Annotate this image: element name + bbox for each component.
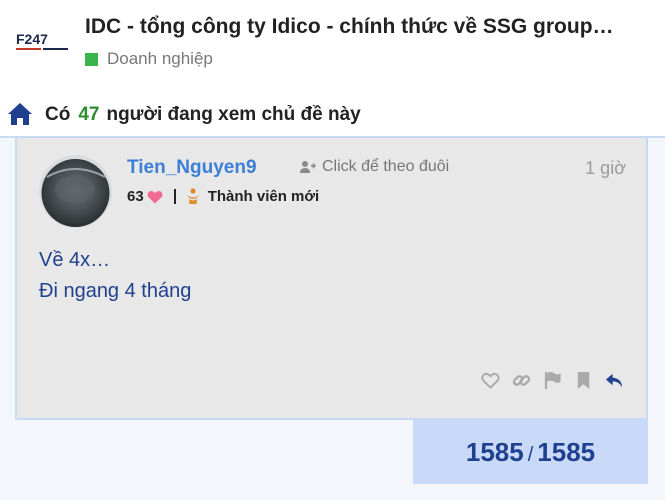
post-actions <box>481 371 624 390</box>
topic-header: F247 IDC - tổng công ty Idico - chính th… <box>0 0 665 88</box>
bookmark-icon[interactable] <box>574 371 593 390</box>
viewers-prefix: Có <box>45 104 71 125</box>
site-logo[interactable]: F247 <box>16 31 68 53</box>
follow-button[interactable]: Click để theo đuôi <box>300 158 449 176</box>
follow-label: Click để theo đuôi <box>322 158 450 175</box>
post-body-line: Về 4x… <box>39 249 111 271</box>
link-icon[interactable] <box>512 371 531 390</box>
add-user-icon <box>300 161 316 173</box>
viewers-count: 47 <box>78 104 100 125</box>
logo-text: F247 <box>16 31 48 47</box>
heart-icon <box>147 190 163 203</box>
username[interactable]: Tien_Nguyen9 <box>127 157 257 179</box>
avatar[interactable] <box>39 155 112 228</box>
category-color-swatch <box>85 52 98 66</box>
post-time[interactable]: 1 giờ <box>585 158 626 179</box>
like-count: 63 <box>127 188 144 205</box>
post: Tien_Nguyen9 Click để theo đuôi 1 giờ 63… <box>15 138 648 420</box>
home-icon[interactable] <box>7 102 33 126</box>
progress-total: 1585 <box>537 437 596 467</box>
topic-title[interactable]: IDC - tổng công ty Idico - chính thức về… <box>85 15 645 39</box>
viewers-text: Có 47 người đang xem chủ đề này <box>45 104 361 126</box>
user-meta: 63 Thành viên mới <box>127 188 319 205</box>
meta-divider <box>173 189 176 204</box>
viewers-bar: Có 47 người đang xem chủ đề này <box>0 88 665 138</box>
topic-progress[interactable]: 1585/1585 <box>413 420 648 484</box>
progress-current: 1585 <box>465 437 524 467</box>
progress-separator: / <box>527 444 534 466</box>
rank-icon <box>186 188 199 204</box>
heart-icon[interactable] <box>481 371 500 390</box>
post-body-line: Đi ngang 4 tháng <box>39 280 192 302</box>
viewers-suffix: người đang xem chủ đề này <box>106 104 361 125</box>
flag-icon[interactable] <box>543 371 562 390</box>
category-label: Doanh nghiệp <box>107 49 213 68</box>
reply-icon[interactable] <box>605 371 624 390</box>
rank-label: Thành viên mới <box>207 188 320 205</box>
category-badge[interactable]: Doanh nghiệp <box>85 49 213 69</box>
